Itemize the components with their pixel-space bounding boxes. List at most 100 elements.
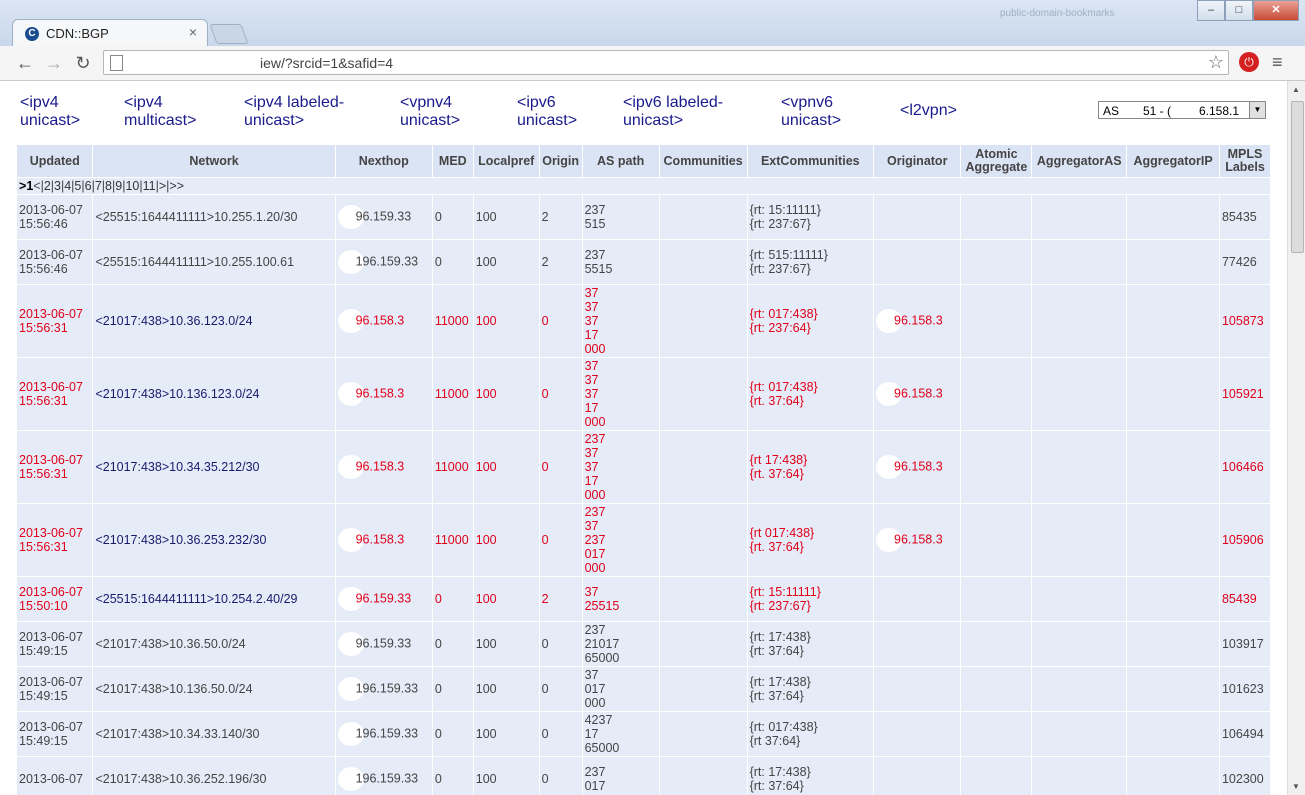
maximize-button[interactable]: □	[1225, 0, 1253, 21]
cell-text: 0	[541, 460, 549, 474]
back-arrow-icon[interactable]: ←	[14, 52, 36, 74]
pager-link[interactable]: 11	[143, 179, 156, 193]
favicon-icon: C	[25, 27, 39, 41]
safi-link-ipv4-multicast[interactable]: <ipv4 multicast>	[124, 94, 196, 130]
blurred-bookmark-text: public-domain-bookmarks	[1000, 8, 1115, 19]
safi-link-ipv6-labeled-unicast[interactable]: <ipv6 labeled- unicast>	[623, 94, 723, 130]
close-window-button[interactable]: ✕	[1253, 0, 1299, 21]
cell-text: 0	[434, 682, 442, 696]
chevron-down-icon[interactable]: ▼	[1249, 102, 1265, 118]
cell-text: 100	[475, 460, 497, 474]
cell-updated: 2013-06-07 15:56:31	[15, 284, 94, 358]
cell-aggip	[1126, 430, 1220, 504]
cell-aggip	[1126, 284, 1220, 358]
table-row: 2013-06-07 15:56:31 <21017:438>10.34.35.2…	[15, 430, 1272, 504]
cell-text: 2013-06-07 15:56:31	[19, 380, 83, 408]
forward-arrow-icon[interactable]: →	[43, 52, 65, 74]
col-atomic: Atomic Aggregate	[960, 144, 1033, 178]
cell-aggip	[1126, 194, 1220, 240]
cell-network: <21017:438>10.36.123.0/24	[92, 284, 336, 358]
cell-med: 0	[431, 239, 474, 285]
cell-text: 2013-06-07	[19, 772, 83, 786]
cell-communities	[658, 666, 748, 712]
scroll-thumb[interactable]	[1291, 101, 1304, 253]
cell-communities	[658, 194, 748, 240]
cell-updated: 2013-06-07 15:49:15	[15, 711, 94, 757]
bookmark-star-icon[interactable]: ☆	[1208, 52, 1224, 73]
reload-icon[interactable]: ↻	[72, 52, 94, 74]
cell-origin: 2	[538, 576, 583, 622]
cell-localpref: 100	[472, 239, 540, 285]
pager-link[interactable]: 10	[125, 179, 139, 193]
cell-text: {rt 17:438} {rt. 37:64}	[749, 453, 808, 481]
cell-atomic	[960, 711, 1033, 757]
safi-link-l2vpn[interactable]: <l2vpn>	[900, 102, 957, 120]
cell-text: <21017:438>10.136.50.0/24	[95, 682, 253, 696]
menu-icon[interactable]: ≡	[1272, 52, 1283, 73]
pager-link[interactable]: 2	[44, 179, 51, 193]
address-bar[interactable]: iew/?srcid=1&safid=4 ☆	[103, 50, 1229, 75]
cell-text: <21017:438>10.36.50.0/24	[95, 637, 246, 651]
cell-text: 100	[475, 255, 497, 269]
browser-tab[interactable]: C CDN::BGP ×	[12, 19, 208, 47]
cell-text: 105873	[1221, 314, 1264, 328]
new-tab-button[interactable]	[209, 24, 249, 44]
cell-text: 100	[475, 210, 497, 224]
cell-localpref: 100	[472, 756, 540, 795]
cell-updated: 2013-06-07 15:56:46	[15, 239, 94, 285]
cell-text: 100	[475, 682, 497, 696]
cell-text: 0	[541, 772, 549, 786]
pager-link[interactable]: 3	[54, 179, 61, 193]
cell-text: 96.159.33	[355, 209, 412, 224]
safi-link-vpnv6-unicast[interactable]: <vpnv6 unicast>	[781, 94, 841, 130]
safi-link-ipv6-unicast[interactable]: <ipv6 unicast>	[517, 94, 577, 130]
cell-atomic	[960, 503, 1033, 577]
cell-text: 96.158.3	[894, 313, 943, 328]
cell-updated: 2013-06-07 15:56:31	[15, 503, 94, 577]
pager-last[interactable]: >>	[169, 179, 184, 193]
cell-text: 0	[541, 387, 549, 401]
vertical-scrollbar[interactable]: ▲ ▼	[1287, 81, 1305, 795]
safi-link-vpnv4-unicast[interactable]: <vpnv4 unicast>	[400, 94, 460, 130]
cell-aspath: 4237 17 65000	[581, 711, 660, 757]
pager-link[interactable]: 6	[85, 179, 92, 193]
safi-link-ipv4-labeled-unicast[interactable]: <ipv4 labeled- unicast>	[244, 94, 344, 130]
cell-med: 0	[431, 621, 474, 667]
cell-text: 11000	[434, 533, 469, 547]
cell-text: {rt: 515:11111} {rt: 237:67}	[749, 248, 828, 276]
cell-aggas	[1031, 621, 1128, 667]
cell-updated: 2013-06-07	[15, 756, 94, 795]
cell-text: 2	[541, 210, 549, 224]
cell-aggip	[1126, 503, 1220, 577]
cell-updated: 2013-06-07 15:49:15	[15, 621, 94, 667]
extension-icon[interactable]: ⏻	[1239, 52, 1259, 72]
pager-link[interactable]: 8	[105, 179, 112, 193]
router-select[interactable]: AS 51 - ( 6.158.1 ▼	[1098, 101, 1266, 119]
cell-aggas	[1031, 357, 1128, 431]
cell-aspath: 37 017 000	[581, 666, 660, 712]
cell-ext: {rt: 15:11111} {rt: 237:67}	[746, 576, 875, 622]
scroll-down-icon[interactable]: ▼	[1292, 782, 1300, 791]
router-select-value: 6.158.1	[1199, 104, 1240, 118]
cell-originator	[872, 239, 962, 285]
cell-aggip	[1126, 239, 1220, 285]
cell-text: 2013-06-07 15:56:46	[19, 248, 83, 276]
cell-nexthop: 96.158.3	[334, 503, 433, 577]
scroll-up-icon[interactable]: ▲	[1292, 85, 1300, 94]
tab-title: CDN::BGP	[46, 26, 109, 41]
cell-text: 103917	[1221, 637, 1264, 651]
cell-text: 2013-06-07 15:49:15	[19, 720, 83, 748]
pager-link[interactable]: 7	[95, 179, 102, 193]
safi-link-ipv4-unicast[interactable]: <ipv4 unicast>	[20, 94, 80, 130]
tab-close-icon[interactable]: ×	[189, 24, 197, 40]
cell-origin: 0	[538, 756, 583, 795]
cell-text: 11000	[434, 387, 469, 401]
cell-aggas	[1031, 756, 1128, 795]
minimize-button[interactable]: –	[1197, 0, 1225, 21]
cell-aggip	[1126, 357, 1220, 431]
cell-ext: {rt: 515:11111} {rt: 237:67}	[746, 239, 875, 285]
col-originator: Originator	[872, 144, 962, 178]
cell-aggas	[1031, 711, 1128, 757]
cell-aggip	[1126, 711, 1220, 757]
cell-text: 96.158.3	[894, 386, 943, 401]
